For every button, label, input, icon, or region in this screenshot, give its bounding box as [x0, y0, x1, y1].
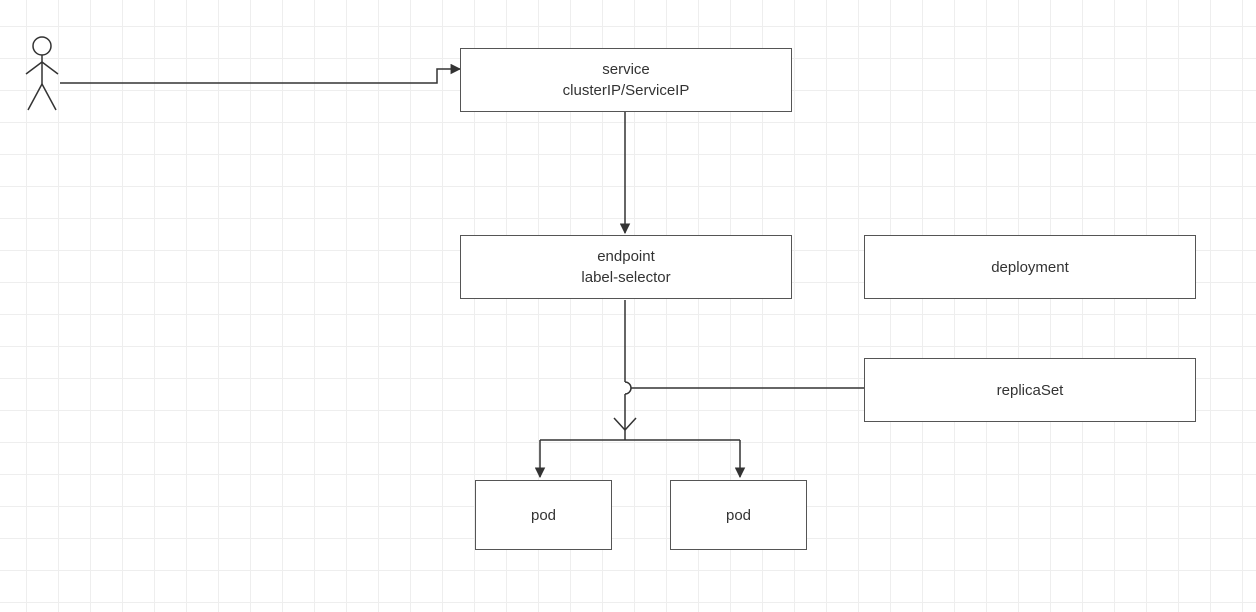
node-service-line1: service — [602, 59, 650, 80]
edge-replicaset-tick — [614, 418, 636, 430]
diagram-canvas: service clusterIP/ServiceIP endpoint lab… — [0, 0, 1256, 612]
edge-user-to-service — [60, 69, 460, 83]
node-deployment: deployment — [864, 235, 1196, 299]
node-service-line2: clusterIP/ServiceIP — [563, 80, 690, 101]
node-endpoint-line1: endpoint — [597, 246, 655, 267]
node-pod-1-label: pod — [531, 505, 556, 526]
node-pod-2: pod — [670, 480, 807, 550]
node-replicaset: replicaSet — [864, 358, 1196, 422]
node-replicaset-label: replicaSet — [997, 380, 1064, 401]
node-service: service clusterIP/ServiceIP — [460, 48, 792, 112]
actor-user — [22, 34, 62, 118]
node-endpoint-line2: label-selector — [581, 267, 670, 288]
node-endpoint: endpoint label-selector — [460, 235, 792, 299]
node-pod-1: pod — [475, 480, 612, 550]
edge-jump-arc — [625, 382, 631, 394]
node-deployment-label: deployment — [991, 257, 1069, 278]
node-pod-2-label: pod — [726, 505, 751, 526]
